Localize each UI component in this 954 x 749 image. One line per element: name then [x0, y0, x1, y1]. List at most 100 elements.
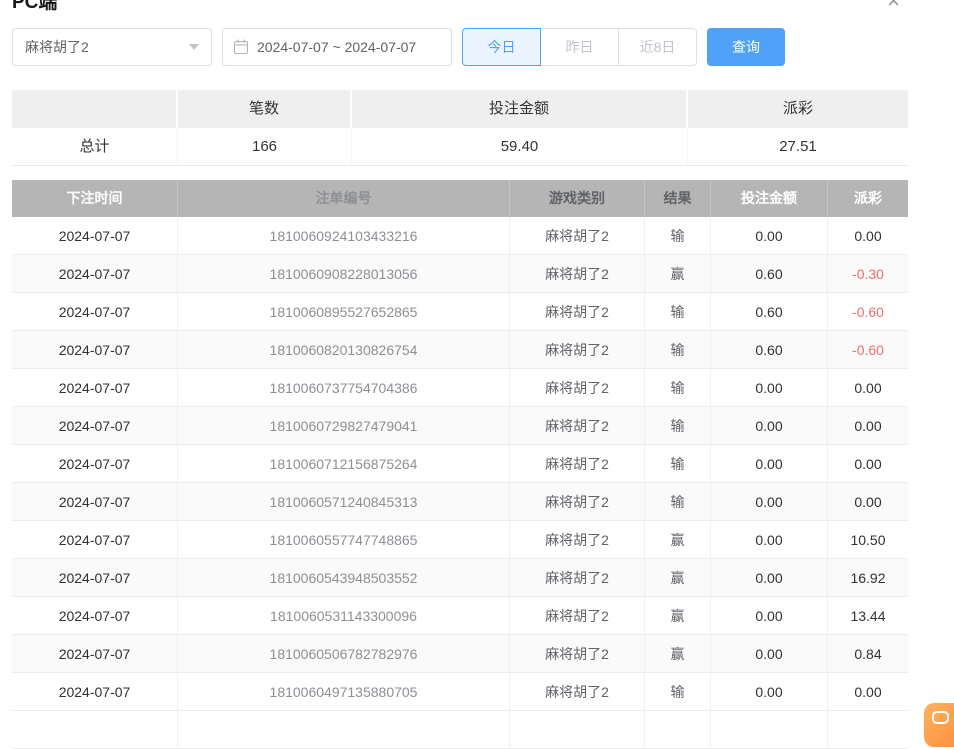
quick-range-group: 今日 昨日 近8日 [462, 28, 697, 66]
table-row: 2024-07-07 1810060729827479041 麻将胡了2 输 0… [12, 407, 908, 445]
cell-game-type: 麻将胡了2 [510, 331, 645, 369]
table-row: 2024-07-07 1810060497135880705 麻将胡了2 输 0… [12, 673, 908, 711]
today-button[interactable]: 今日 [462, 28, 541, 66]
query-button[interactable]: 查询 [707, 28, 785, 66]
table-header-row: 下注时间 注单编号 游戏类别 结果 投注金额 派彩 [12, 180, 908, 217]
cell-bet-time: 2024-07-07 [12, 597, 178, 635]
cell-result: 输 [645, 407, 711, 445]
close-icon[interactable]: × [887, 0, 900, 12]
summary-total-row: 总计 166 59.40 27.51 [12, 128, 908, 166]
game-select-value: 麻将胡了2 [25, 37, 89, 57]
cell-bet-time: 2024-07-07 [12, 635, 178, 673]
cell-payout: 0.00 [828, 369, 908, 407]
cell-bet-id: 1810060895527652865 [178, 293, 510, 331]
cell-bet-amount: 0.00 [711, 559, 828, 597]
cell-payout: 0.00 [828, 217, 908, 255]
cell-payout: -0.60 [828, 293, 908, 331]
cell-payout: -0.30 [828, 255, 908, 293]
table-row-partial [12, 711, 908, 749]
cell-game-type: 麻将胡了2 [510, 217, 645, 255]
table-row: 2024-07-07 1810060712156875264 麻将胡了2 输 0… [12, 445, 908, 483]
cell-bet-amount: 0.00 [711, 217, 828, 255]
summary-total-payout: 27.51 [688, 128, 908, 166]
cell-bet-amount: 0.00 [711, 483, 828, 521]
yesterday-button[interactable]: 昨日 [540, 28, 619, 66]
cell-result: 赢 [645, 255, 711, 293]
cell-payout: 16.92 [828, 559, 908, 597]
cell-result: 输 [645, 369, 711, 407]
cell-bet-time: 2024-07-07 [12, 521, 178, 559]
cell-bet-time: 2024-07-07 [12, 217, 178, 255]
summary-header-blank [12, 90, 178, 128]
cell-bet-time: 2024-07-07 [12, 673, 178, 711]
summary-total-bet-amount: 59.40 [352, 128, 688, 166]
cell-result: 输 [645, 217, 711, 255]
cell-bet-amount: 0.00 [711, 597, 828, 635]
cell-bet-id: 1810060729827479041 [178, 407, 510, 445]
cell-result: 赢 [645, 559, 711, 597]
cell-game-type: 麻将胡了2 [510, 445, 645, 483]
date-range-value: 2024-07-07 ~ 2024-07-07 [257, 39, 416, 55]
cell-game-type: 麻将胡了2 [510, 369, 645, 407]
cell-game-type: 麻将胡了2 [510, 597, 645, 635]
cell-bet-id: 1810060737754704386 [178, 369, 510, 407]
cell-bet-id: 1810060543948503552 [178, 559, 510, 597]
summary-header-row: 笔数 投注金额 派彩 [12, 90, 908, 128]
cell-payout: 0.00 [828, 483, 908, 521]
summary-total-count: 166 [178, 128, 352, 166]
header-bet-id: 注单编号 [178, 180, 510, 217]
header-payout: 派彩 [828, 180, 908, 217]
cell-bet-amount: 0.00 [711, 673, 828, 711]
cell-bet-time: 2024-07-07 [12, 331, 178, 369]
cell-bet-time: 2024-07-07 [12, 407, 178, 445]
bets-table: 下注时间 注单编号 游戏类别 结果 投注金额 派彩 2024-07-07 181… [12, 180, 908, 749]
table-row: 2024-07-07 1810060895527652865 麻将胡了2 输 0… [12, 293, 908, 331]
cell-game-type: 麻将胡了2 [510, 635, 645, 673]
cell-bet-time: 2024-07-07 [12, 483, 178, 521]
cell-bet-amount: 0.00 [711, 635, 828, 673]
cell-bet-amount: 0.60 [711, 293, 828, 331]
cell-result: 赢 [645, 635, 711, 673]
cell-bet-amount: 0.60 [711, 331, 828, 369]
table-row: 2024-07-07 1810060820130826754 麻将胡了2 输 0… [12, 331, 908, 369]
summary-header-payout: 派彩 [688, 90, 908, 128]
cell-bet-id: 1810060908228013056 [178, 255, 510, 293]
cell-bet-id: 1810060820130826754 [178, 331, 510, 369]
customer-service-widget[interactable] [924, 703, 954, 747]
cell-result: 输 [645, 673, 711, 711]
cell-bet-time: 2024-07-07 [12, 369, 178, 407]
header-bet-amount: 投注金额 [711, 180, 828, 217]
cell-bet-amount: 0.00 [711, 445, 828, 483]
last-8-days-button[interactable]: 近8日 [618, 28, 697, 66]
cell-result: 赢 [645, 521, 711, 559]
cell-bet-id: 1810060571240845313 [178, 483, 510, 521]
calendar-icon [233, 39, 249, 55]
summary-total-label: 总计 [12, 128, 178, 166]
cell-bet-id: 1810060531143300096 [178, 597, 510, 635]
table-row: 2024-07-07 1810060924103433216 麻将胡了2 输 0… [12, 217, 908, 255]
cell-payout: 0.00 [828, 407, 908, 445]
header-bet-time: 下注时间 [12, 180, 178, 217]
cell-bet-id: 1810060924103433216 [178, 217, 510, 255]
cell-bet-time: 2024-07-07 [12, 255, 178, 293]
game-select[interactable]: 麻将胡了2 [12, 28, 212, 66]
date-range-picker[interactable]: 2024-07-07 ~ 2024-07-07 [222, 28, 452, 66]
table-row: 2024-07-07 1810060506782782976 麻将胡了2 赢 0… [12, 635, 908, 673]
cell-game-type: 麻将胡了2 [510, 255, 645, 293]
cell-payout: 0.00 [828, 673, 908, 711]
cell-game-type: 麻将胡了2 [510, 293, 645, 331]
cell-game-type: 麻将胡了2 [510, 673, 645, 711]
header-result: 结果 [645, 180, 711, 217]
cell-bet-amount: 0.00 [711, 369, 828, 407]
cell-result: 输 [645, 483, 711, 521]
cell-payout: -0.60 [828, 331, 908, 369]
header-game-type: 游戏类别 [510, 180, 645, 217]
cell-payout: 0.84 [828, 635, 908, 673]
cell-game-type: 麻将胡了2 [510, 407, 645, 445]
cell-game-type: 麻将胡了2 [510, 521, 645, 559]
filter-bar: 麻将胡了2 2024-07-07 ~ 2024-07-07 今日 昨日 近8日 … [12, 28, 785, 66]
summary-header-count: 笔数 [178, 90, 352, 128]
summary-table: 笔数 投注金额 派彩 总计 166 59.40 27.51 [12, 90, 908, 166]
cell-bet-id: 1810060497135880705 [178, 673, 510, 711]
cell-result: 输 [645, 293, 711, 331]
